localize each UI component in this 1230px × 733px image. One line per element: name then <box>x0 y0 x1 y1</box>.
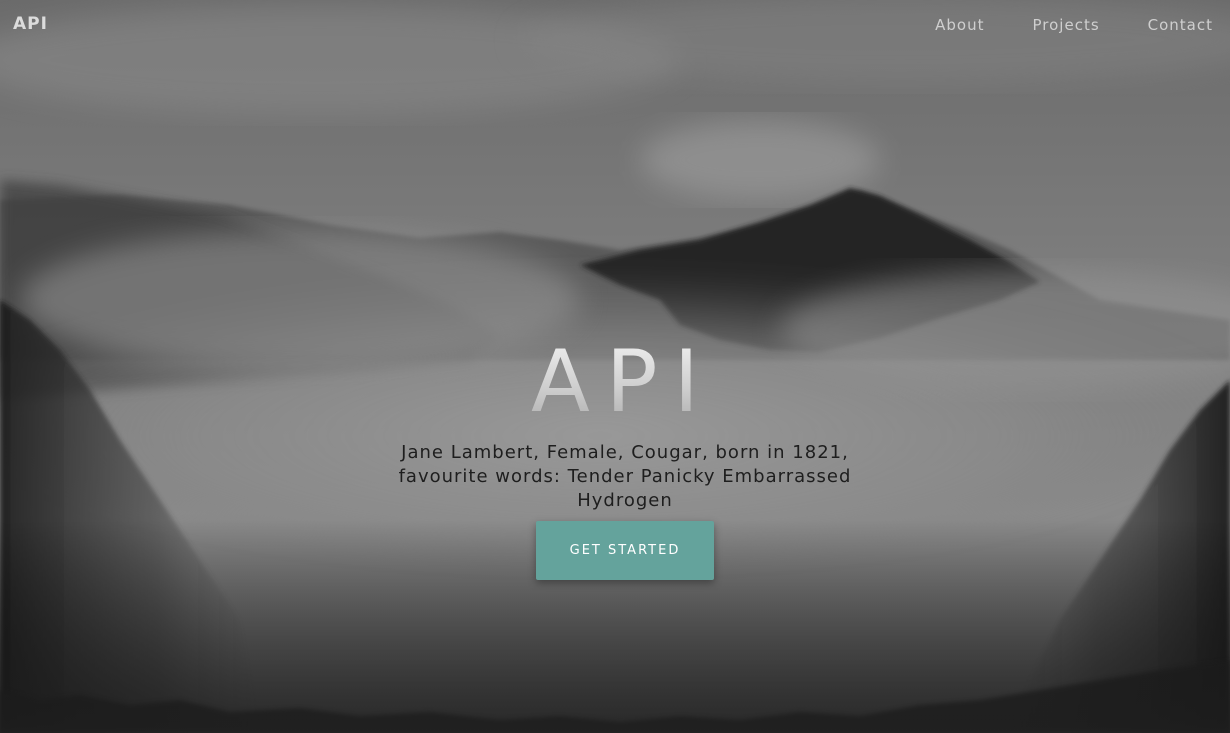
nav-link-projects[interactable]: Projects <box>1033 16 1100 34</box>
brand-logo-link[interactable]: API <box>13 14 48 34</box>
nav-link-contact[interactable]: Contact <box>1148 16 1213 34</box>
nav-link-about[interactable]: About <box>935 16 984 34</box>
get-started-button[interactable]: GET STARTED <box>536 521 714 580</box>
hero-subtitle: Jane Lambert, Female, Cougar, born in 18… <box>398 442 852 511</box>
hero-section: API About Projects Contact API Jane Lamb… <box>0 0 1230 733</box>
top-navbar: API About Projects Contact <box>0 0 1230 52</box>
hero-title: API <box>0 332 1230 432</box>
nav-links: About Projects Contact <box>935 16 1213 34</box>
